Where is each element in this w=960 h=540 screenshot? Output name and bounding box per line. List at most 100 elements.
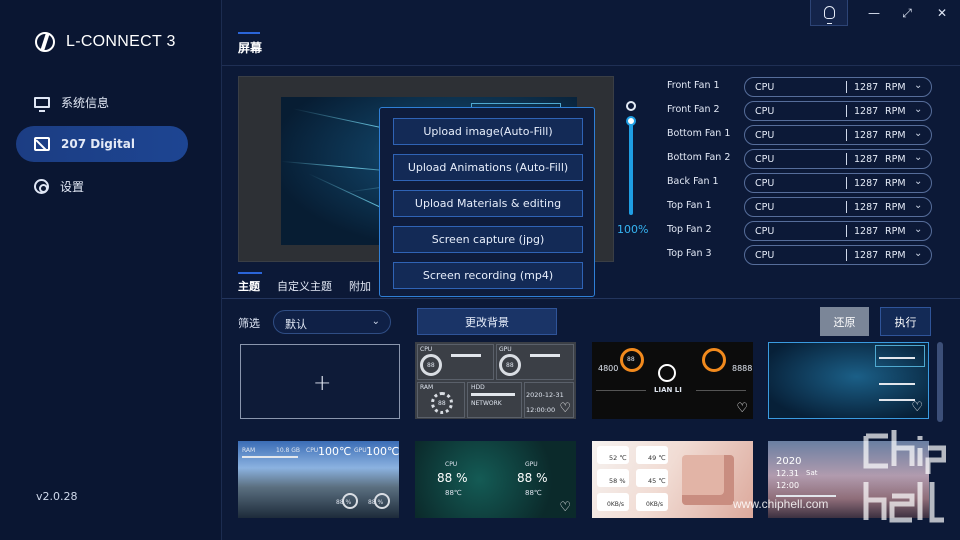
fan-rpm-unit: RPM [885, 202, 906, 213]
fan-source-dropdown[interactable]: CPU 1287 RPM ⌄ [744, 125, 932, 145]
lianli-logo-icon [35, 32, 55, 52]
sidebar-item-system-info[interactable]: 系统信息 [16, 84, 188, 120]
brightness-slider[interactable] [629, 121, 633, 215]
fan-rpm-unit: RPM [885, 250, 906, 261]
title-bar: 屏幕 — ⤢ ✕ [222, 0, 960, 66]
fan-source-dropdown[interactable]: CPU 1287 RPM ⌄ [744, 173, 932, 193]
thumb-gpu-label: GPU [525, 461, 538, 468]
fan-rpm-unit: RPM [885, 130, 906, 141]
add-theme-tile[interactable]: + [240, 344, 400, 419]
favorite-heart-icon[interactable]: ♡ [559, 402, 571, 415]
execute-button[interactable]: 执行 [880, 307, 931, 336]
screen-recording-button[interactable]: Screen recording (mp4) [393, 262, 583, 289]
thumb-value: 45 ℃ [648, 477, 666, 485]
chevron-down-icon: ⌄ [914, 80, 923, 91]
fan-source: CPU [755, 178, 775, 189]
thumb-value: 52 ℃ [609, 454, 627, 462]
fan-source-dropdown[interactable]: CPU 1287 RPM ⌄ [744, 245, 932, 265]
sidebar-item-label: 设置 [60, 179, 85, 194]
tab-addon[interactable]: 附加 [349, 278, 371, 298]
fan-label: Bottom Fan 2 [667, 152, 731, 163]
theme-tabs: 主题 自定义主题 附加 [238, 272, 371, 298]
filter-dropdown[interactable]: 默认 ⌄ [273, 310, 391, 334]
fan-source-dropdown[interactable]: CPU 1287 RPM ⌄ [744, 149, 932, 169]
version-label: v2.0.28 [36, 490, 78, 503]
thumb-brand: LIAN LI [654, 386, 682, 394]
close-button[interactable]: ✕ [926, 0, 958, 26]
fan-source-dropdown[interactable]: CPU 1287 RPM ⌄ [744, 221, 932, 241]
chevron-down-icon: ⌄ [914, 224, 923, 235]
thumb-cpu-label: CPU [420, 346, 433, 353]
theme-thumbnail[interactable]: 52 ℃ 49 ℃ 58 % 45 ℃ 0KB/s 0KB/s [592, 441, 753, 518]
thumb-gpu-label: GPU [499, 346, 512, 353]
favorite-heart-icon[interactable]: ♡ [736, 402, 748, 415]
fan-label: Back Fan 1 [667, 176, 719, 187]
page-title: 屏幕 [238, 32, 263, 55]
thumb-gpu-temp: 100℃ [366, 445, 399, 458]
thumb-value: 4800 [598, 364, 619, 373]
thumb-year: 2020 [776, 456, 802, 467]
filter-value: 默认 [285, 318, 307, 331]
app-logo: L-CONNECT 3 [35, 32, 176, 52]
upload-image-button[interactable]: Upload image(Auto-Fill) [393, 118, 583, 145]
gallery-scrollbar[interactable] [937, 342, 943, 422]
thumb-date: 12.31 [776, 469, 799, 478]
brightness-slider-handle[interactable] [626, 116, 636, 126]
fan-rpm: 1287 [854, 250, 879, 261]
sidebar-item-settings[interactable]: 设置 [16, 168, 188, 204]
chevron-down-icon: ⌄ [914, 128, 923, 139]
separator [846, 153, 847, 165]
thumb-ram-label: RAM [242, 447, 256, 454]
change-background-button[interactable]: 更改背景 [417, 308, 557, 335]
tab-theme[interactable]: 主题 [238, 272, 262, 298]
theme-thumbnail[interactable]: CPU 88 % 88℃ GPU 88 % 88℃ ♡ [415, 441, 576, 518]
restore-button[interactable]: 还原 [820, 307, 869, 336]
sidebar-item-207-digital[interactable]: 207 Digital [16, 126, 188, 162]
upload-popup-menu: Upload image(Auto-Fill) Upload Animation… [379, 107, 595, 297]
thumb-value: 88℃ [525, 489, 542, 497]
thumb-gpu-label: GPU [354, 447, 367, 454]
fan-row: Back Fan 1 CPU 1287 RPM ⌄ [667, 173, 932, 193]
gear-icon [34, 178, 49, 194]
separator [846, 129, 847, 141]
fan-row: Top Fan 1 CPU 1287 RPM ⌄ [667, 197, 932, 217]
theme-thumbnail-selected[interactable]: ♡ [768, 342, 929, 419]
fan-source-dropdown[interactable]: CPU 1287 RPM ⌄ [744, 77, 932, 97]
lianli-logo-icon [658, 364, 676, 382]
favorite-heart-icon[interactable]: ♡ [559, 501, 571, 514]
fan-label: Top Fan 1 [667, 200, 712, 211]
upload-materials-button[interactable]: Upload Materials & editing [393, 190, 583, 217]
fan-source-dropdown[interactable]: CPU 1287 RPM ⌄ [744, 101, 932, 121]
lightbulb-button[interactable] [810, 0, 848, 26]
fan-rpm-unit: RPM [885, 154, 906, 165]
fan-rpm-unit: RPM [885, 178, 906, 189]
theme-thumbnail[interactable]: 4800 88 8888 LIAN LI ♡ [592, 342, 753, 419]
fan-rpm: 1287 [854, 106, 879, 117]
maximize-button[interactable]: ⤢ [891, 0, 923, 26]
thumb-cpu-temp: 100℃ [318, 445, 352, 458]
fan-rpm-unit: RPM [885, 106, 906, 117]
separator [846, 225, 847, 237]
thumb-time: 12:00 [776, 481, 800, 490]
fan-row: Top Fan 3 CPU 1287 RPM ⌄ [667, 245, 932, 265]
sidebar-item-label: 207 Digital [61, 137, 135, 151]
upload-animations-button[interactable]: Upload Animations (Auto-Fill) [393, 154, 583, 181]
favorite-heart-icon[interactable]: ♡ [911, 401, 923, 414]
thumb-value: 88℃ [445, 489, 462, 497]
fan-source: CPU [755, 154, 775, 165]
chevron-down-icon: ⌄ [914, 200, 923, 211]
thumb-network-label: NETWORK [471, 400, 502, 407]
screen-capture-button[interactable]: Screen capture (jpg) [393, 226, 583, 253]
fan-rpm: 1287 [854, 202, 879, 213]
tab-custom-theme[interactable]: 自定义主题 [277, 278, 332, 298]
minimize-button[interactable]: — [858, 0, 890, 26]
app-name: L-CONNECT 3 [66, 33, 176, 50]
theme-thumbnail[interactable]: CPU GPU 88 88 RAM 88 HDD NETWORK 2020-12… [415, 342, 576, 419]
thumb-value: 49 ℃ [648, 454, 666, 462]
thumb-value: 88 % [336, 499, 352, 506]
fan-rpm: 1287 [854, 178, 879, 189]
fan-label: Top Fan 3 [667, 248, 712, 259]
brightness-value: 100% [617, 223, 649, 236]
fan-source-dropdown[interactable]: CPU 1287 RPM ⌄ [744, 197, 932, 217]
theme-thumbnail[interactable]: RAM 10.8 GB CPU 100℃ GPU 100℃ 88 % 88 % [238, 441, 399, 518]
